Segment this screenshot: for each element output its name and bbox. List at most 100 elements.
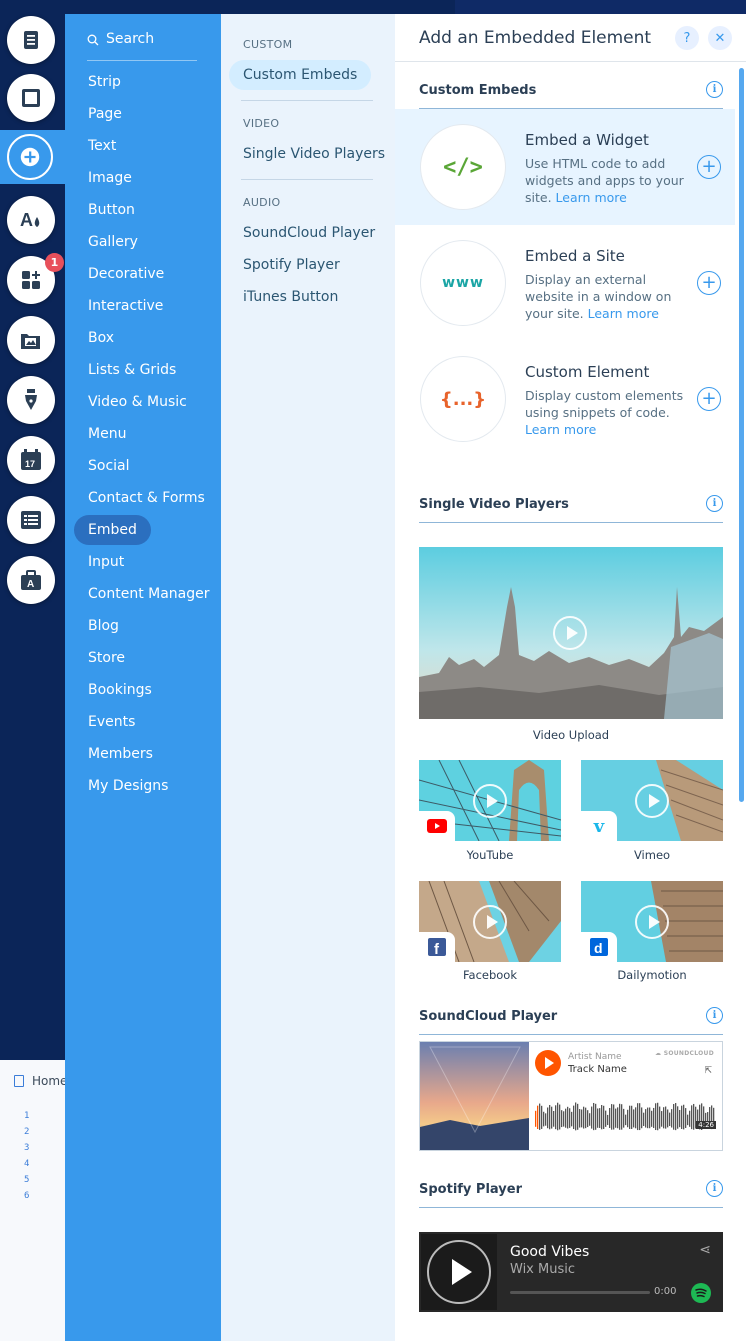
bookings-button[interactable]: 17 <box>7 436 55 484</box>
share-icon[interactable]: ⋖ <box>699 1242 711 1258</box>
category-item-bookings[interactable]: Bookings <box>65 674 221 706</box>
panel-scrollbar[interactable] <box>739 68 744 802</box>
add-embed-button[interactable]: + <box>697 155 721 179</box>
category-search[interactable]: Search <box>87 31 197 61</box>
share-icon[interactable]: ⇱ <box>704 1066 712 1076</box>
video-caption: Video Upload <box>532 728 610 742</box>
category-label: Decorative <box>88 266 165 282</box>
strip-button[interactable] <box>7 74 55 122</box>
dailymotion-thumbnail[interactable]: d <box>581 881 723 962</box>
subcategory-soundcloud[interactable]: SoundCloud Player <box>221 217 395 249</box>
embed-widget-item[interactable]: </> Embed a Widget Use HTML code to add … <box>395 109 735 225</box>
category-item-content-manager[interactable]: Content Manager <box>65 578 221 610</box>
play-icon[interactable] <box>473 905 507 939</box>
category-item-contact-forms[interactable]: Contact & Forms <box>65 482 221 514</box>
cms-button[interactable] <box>7 496 55 544</box>
waveform-bar <box>609 1108 611 1128</box>
embed-description: Display custom elements using snippets o… <box>525 387 687 438</box>
category-item-strip[interactable]: Strip <box>65 66 221 98</box>
learn-more-link[interactable]: Learn more <box>525 422 596 437</box>
subcategory-single-video-players[interactable]: Single Video Players <box>221 138 395 170</box>
category-label: Events <box>88 714 136 730</box>
embed-panel: Add an Embedded Element ? ✕ Custom Embed… <box>395 14 746 1341</box>
blog-button[interactable] <box>7 376 55 424</box>
business-button[interactable]: A <box>7 556 55 604</box>
learn-more-link[interactable]: Learn more <box>588 306 659 321</box>
page-item-home[interactable]: Home <box>14 1074 67 1088</box>
soundcloud-play-icon[interactable] <box>535 1050 561 1076</box>
category-item-decorative[interactable]: Decorative <box>65 258 221 290</box>
close-button[interactable]: ✕ <box>708 26 732 50</box>
pages-panel <box>0 1060 70 1341</box>
category-item-text[interactable]: Text <box>65 130 221 162</box>
category-label: Strip <box>88 74 121 90</box>
subcategory-spotify[interactable]: Spotify Player <box>221 249 395 281</box>
play-icon[interactable] <box>553 616 587 650</box>
waveform-bar <box>657 1102 659 1131</box>
waveform[interactable] <box>535 1098 715 1142</box>
help-button[interactable]: ? <box>675 26 699 50</box>
spotify-play-icon[interactable] <box>427 1240 491 1304</box>
panel-header: Add an Embedded Element ? ✕ <box>395 14 746 62</box>
category-item-social[interactable]: Social <box>65 450 221 482</box>
learn-more-link[interactable]: Learn more <box>556 190 627 205</box>
video-upload-thumbnail[interactable] <box>419 547 723 719</box>
progress-track[interactable] <box>510 1291 650 1294</box>
waveform-bar <box>669 1112 671 1127</box>
media-button[interactable] <box>7 316 55 364</box>
subcategory-itunes[interactable]: iTunes Button <box>221 281 395 313</box>
soundcloud-player-preview[interactable]: Artist Name Track Name ☁ SOUNDCLOUD ⇱ 4:… <box>419 1041 723 1151</box>
category-item-video-music[interactable]: Video & Music <box>65 386 221 418</box>
category-item-embed[interactable]: Embed <box>65 514 221 546</box>
category-item-members[interactable]: Members <box>65 738 221 770</box>
waveform-bar <box>693 1103 695 1130</box>
youtube-thumbnail[interactable] <box>419 760 561 841</box>
category-item-menu[interactable]: Menu <box>65 418 221 450</box>
category-item-my-designs[interactable]: My Designs <box>65 770 221 802</box>
add-elements-button[interactable] <box>7 134 53 180</box>
facebook-thumbnail[interactable]: f <box>419 881 561 962</box>
waveform-bar <box>689 1110 691 1127</box>
category-item-image[interactable]: Image <box>65 162 221 194</box>
embed-title: Embed a Widget <box>525 131 649 149</box>
info-icon[interactable]: i <box>706 81 723 98</box>
play-icon[interactable] <box>635 905 669 939</box>
svg-text:A: A <box>27 579 34 590</box>
play-icon[interactable] <box>473 784 507 818</box>
category-item-button[interactable]: Button <box>65 194 221 226</box>
info-icon[interactable]: i <box>706 495 723 512</box>
category-label: Text <box>88 138 117 154</box>
waveform-bar <box>561 1110 563 1128</box>
spotify-player-preview[interactable]: Good Vibes Wix Music ⋖ 0:00 <box>419 1232 723 1312</box>
play-icon[interactable] <box>635 784 669 818</box>
waveform-bar <box>613 1104 615 1130</box>
waveform-bar <box>595 1103 597 1130</box>
waveform-bar <box>543 1111 545 1127</box>
category-item-lists-grids[interactable]: Lists & Grids <box>65 354 221 386</box>
info-icon[interactable]: i <box>706 1180 723 1197</box>
waveform-bar <box>623 1108 625 1128</box>
category-item-box[interactable]: Box <box>65 322 221 354</box>
category-item-gallery[interactable]: Gallery <box>65 226 221 258</box>
pages-button[interactable] <box>7 16 55 64</box>
media-icon <box>21 334 40 349</box>
category-item-blog[interactable]: Blog <box>65 610 221 642</box>
category-item-events[interactable]: Events <box>65 706 221 738</box>
waveform-bar <box>557 1102 559 1131</box>
info-icon[interactable]: i <box>706 1007 723 1024</box>
add-embed-button[interactable]: + <box>697 271 721 295</box>
embed-site-item[interactable]: www Embed a Site Display an external web… <box>395 225 735 341</box>
curly-braces-icon: {...} <box>421 357 505 441</box>
category-item-input[interactable]: Input <box>65 546 221 578</box>
category-item-page[interactable]: Page <box>65 98 221 130</box>
waveform-bar <box>539 1103 541 1130</box>
subcategory-custom-embeds[interactable]: Custom Embeds <box>221 59 395 91</box>
custom-element-item[interactable]: {...} Custom Element Display custom elem… <box>395 341 735 457</box>
vimeo-thumbnail[interactable]: v <box>581 760 723 841</box>
category-item-store[interactable]: Store <box>65 642 221 674</box>
waveform-bar <box>611 1104 613 1130</box>
theme-button[interactable]: A <box>7 196 55 244</box>
category-item-interactive[interactable]: Interactive <box>65 290 221 322</box>
add-embed-button[interactable]: + <box>697 387 721 411</box>
waveform-bar <box>577 1103 579 1130</box>
